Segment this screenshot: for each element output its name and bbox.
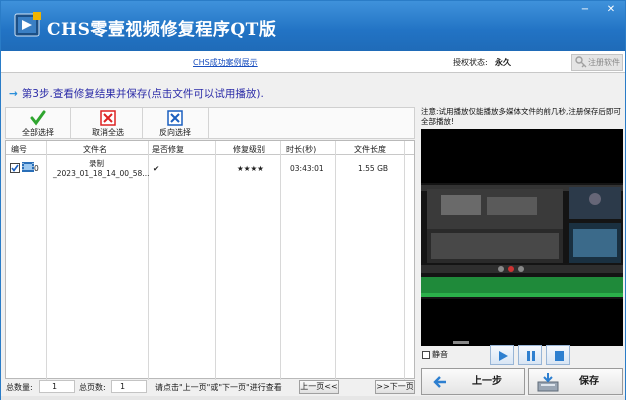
header-divider	[6, 154, 414, 155]
select-all-label: 全部选择	[22, 128, 54, 137]
video-preview[interactable]	[421, 129, 623, 346]
mute-checkbox[interactable]	[422, 350, 430, 359]
key-icon	[575, 56, 587, 68]
repaired-check: ✔	[153, 164, 160, 173]
stop-button[interactable]	[546, 345, 570, 365]
row-duration: 03:43:01	[290, 164, 324, 173]
register-button[interactable]: 注册软件	[571, 54, 623, 71]
cancel-all-label: 取消全选	[92, 128, 124, 137]
close-button[interactable]: ✕	[601, 3, 621, 17]
column-divider	[215, 141, 216, 380]
total-pages-value: 1	[120, 382, 126, 391]
success-cases-link[interactable]: CHS成功案例展示	[193, 57, 258, 68]
total-pages-label: 总页数:	[79, 383, 106, 392]
file-table: 编号 文件名 是否修复 修复级别 时长(秒) 文件长度 0 录制 _2023_0…	[5, 140, 415, 380]
mute-label: 静音	[432, 350, 448, 359]
invert-selection-button[interactable]: 反向选择	[147, 108, 203, 138]
prev-step-label: 上一步	[472, 376, 502, 387]
row-checkbox[interactable]	[10, 163, 20, 173]
save-icon	[537, 373, 559, 392]
column-divider	[280, 141, 281, 380]
arrow-left-icon	[433, 376, 446, 388]
save-button[interactable]: 保存	[528, 368, 623, 395]
total-count-value: 1	[52, 382, 58, 391]
app-title: CHS零壹视频修复程序QT版	[47, 20, 277, 40]
status-bar	[1, 396, 625, 400]
select-all-button[interactable]: 全部选择	[10, 108, 66, 138]
register-button-label: 注册软件	[588, 58, 620, 67]
toolbar-divider	[70, 108, 71, 138]
arrow-right-icon: →	[9, 88, 18, 100]
check-icon	[30, 110, 46, 126]
app-window: CHS零壹视频修复程序QT版 − ✕ CHS成功案例展示 授权状态: 永久 注册…	[0, 0, 626, 400]
row-filename-line2: _2023_01_18_14_00_58...	[53, 169, 150, 178]
total-pages-field: 1	[111, 380, 147, 393]
pagination-hint: 请点击"上一页"或"下一页"进行查看	[155, 383, 282, 392]
pause-icon	[527, 351, 535, 361]
cancel-all-button[interactable]: 取消全选	[80, 108, 136, 138]
toolbar-divider	[208, 108, 209, 138]
prev-step-button[interactable]: 上一步	[421, 368, 525, 395]
row-filename-line1: 录制	[89, 159, 104, 168]
play-icon	[499, 351, 508, 361]
invert-icon	[167, 110, 183, 126]
video-frame	[421, 129, 623, 346]
trial-notice: 注意:试用播放仅能播放多媒体文件的前几秒,注册保存后即可全部播放!	[421, 107, 621, 126]
auth-status-value: 永久	[495, 58, 511, 67]
cancel-icon	[100, 110, 116, 126]
total-count-label: 总数量:	[6, 383, 33, 392]
row-filesize: 1.55 GB	[358, 164, 389, 173]
column-divider	[404, 141, 405, 380]
save-label: 保存	[579, 376, 599, 387]
row-index: 0	[34, 164, 39, 173]
repair-level-stars: ★★★★	[237, 164, 264, 173]
minimize-button[interactable]: −	[575, 3, 595, 17]
column-divider	[46, 141, 47, 380]
info-bar: CHS成功案例展示 授权状态: 永久 注册软件	[1, 51, 625, 73]
step-instruction: → 第3步.查看修复结果并保存(点击文件可以试用播放).	[9, 86, 264, 101]
title-bar: CHS零壹视频修复程序QT版 − ✕	[1, 1, 625, 51]
auth-status-label: 授权状态:	[453, 58, 488, 67]
mute-toggle[interactable]: 静音	[422, 349, 448, 360]
step-text: 第3步.查看修复结果并保存(点击文件可以试用播放).	[21, 88, 264, 100]
app-logo-icon	[14, 12, 41, 37]
prev-page-button[interactable]: 上一页<<	[299, 380, 339, 394]
stop-icon	[555, 351, 564, 361]
selection-toolbar: 全部选择 取消全选 反向选择	[5, 107, 415, 139]
next-page-button[interactable]: >>下一页	[375, 380, 415, 394]
check-icon	[11, 164, 19, 172]
column-divider	[335, 141, 336, 380]
invert-selection-label: 反向选择	[159, 128, 191, 137]
pause-button[interactable]	[518, 345, 542, 365]
film-icon	[22, 162, 34, 172]
toolbar-divider	[142, 108, 143, 138]
total-count-field: 1	[39, 380, 75, 393]
play-button[interactable]	[490, 345, 514, 365]
